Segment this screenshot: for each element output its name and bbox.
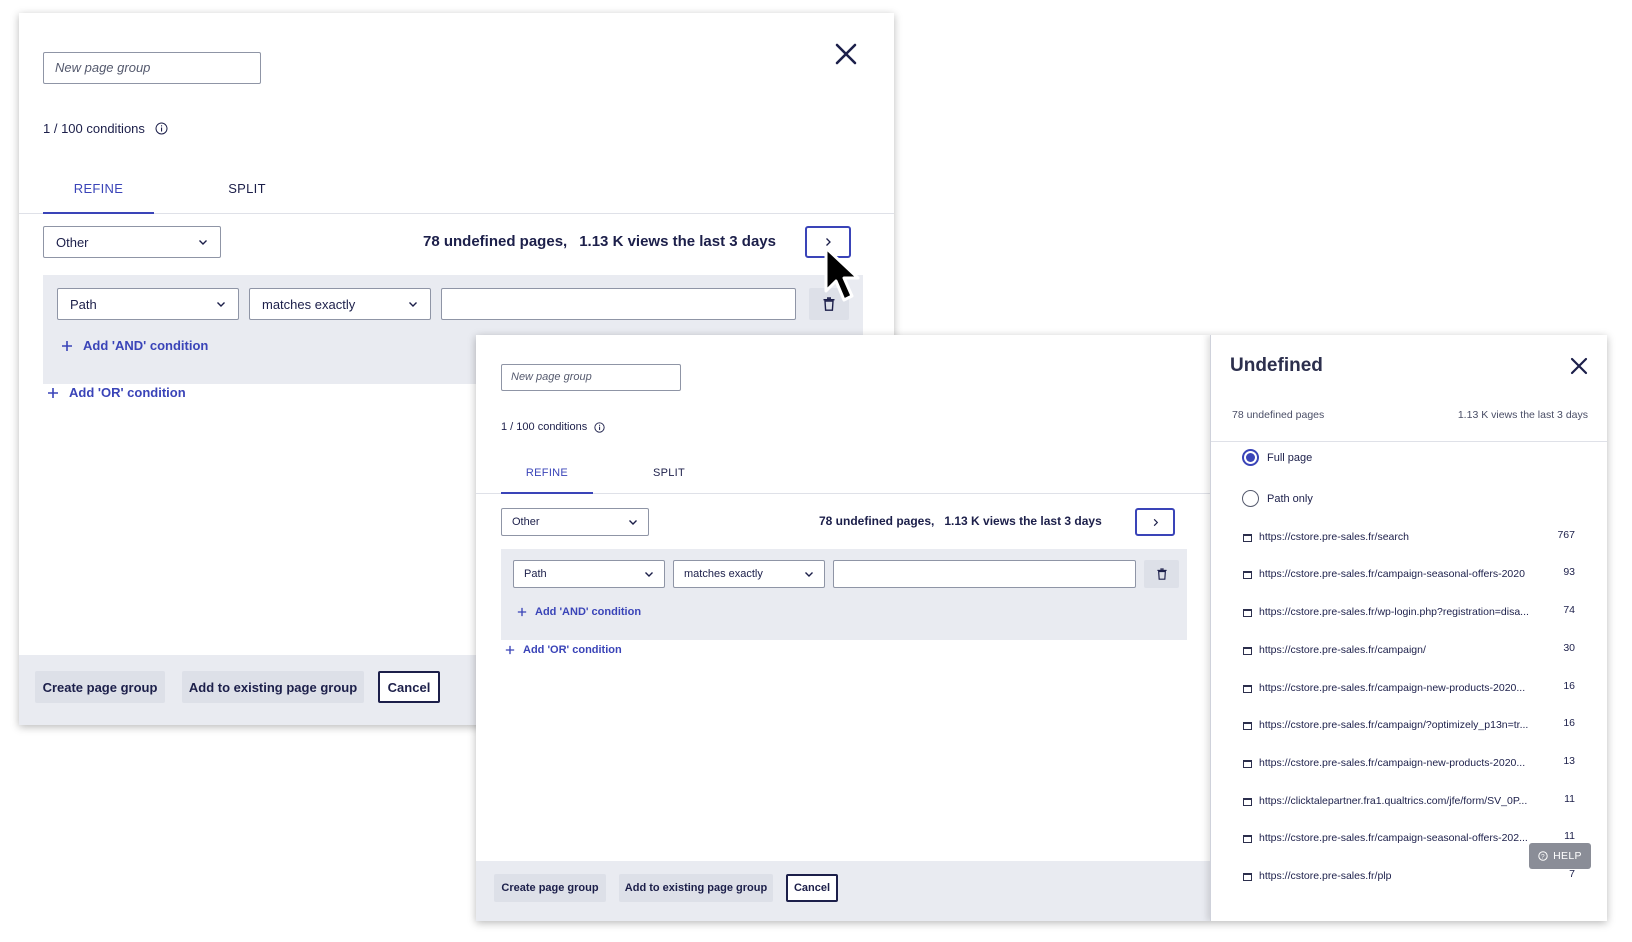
page-count: 93 <box>1563 566 1575 578</box>
views-stat: 1.13 K views the last 3 days <box>1457 409 1588 421</box>
condition-value-input[interactable] <box>441 288 796 320</box>
page-group-name-input[interactable]: New page group <box>501 364 681 391</box>
page-icon <box>1243 609 1252 617</box>
page-count: 7 <box>1569 868 1575 880</box>
page-group-dialog-front: New page group 1 / 100 conditions REFINE… <box>476 335 1607 921</box>
page-count: 16 <box>1563 680 1575 692</box>
page-icon <box>1243 571 1252 579</box>
page-icon <box>1243 760 1252 768</box>
page-url: https://cstore.pre-sales.fr/campaign-new… <box>1259 682 1526 694</box>
page-count: 11 <box>1564 793 1575 805</box>
create-page-group-button[interactable]: Create page group <box>35 671 165 703</box>
group-select[interactable]: Other <box>43 226 221 258</box>
chevron-down-icon <box>645 572 653 577</box>
group-select[interactable]: Other <box>501 508 649 536</box>
page-icon <box>1243 798 1252 806</box>
plus-icon <box>48 387 58 398</box>
radio-button[interactable] <box>1242 490 1259 507</box>
page-url: https://clicktalepartner.fra1.qualtrics.… <box>1259 795 1528 807</box>
divider <box>1211 441 1607 442</box>
create-page-group-button[interactable]: Create page group <box>494 874 606 902</box>
pages-stat: 78 undefined pages <box>1232 409 1325 421</box>
page-count: 11 <box>1564 830 1575 842</box>
page-url: https://cstore.pre-sales.fr/campaign-sea… <box>1259 832 1528 844</box>
conditions-count: 1 / 100 conditions <box>501 421 605 433</box>
info-icon[interactable] <box>594 421 605 433</box>
page-icon <box>1243 873 1252 881</box>
field-select[interactable]: Path <box>513 560 665 588</box>
page-url: https://cstore.pre-sales.fr/campaign/?op… <box>1259 719 1529 731</box>
undefined-pages-drawer: Undefined 78 undefined pages 1.13 K view… <box>1210 335 1607 921</box>
page-url: https://cstore.pre-sales.fr/search <box>1259 531 1409 543</box>
mouse-pointer-icon <box>824 246 860 302</box>
cancel-button[interactable]: Cancel <box>786 874 838 902</box>
operator-select[interactable]: matches exactly <box>249 288 431 320</box>
drawer-title: Undefined <box>1230 355 1323 376</box>
tab-bar: REFINE SPLIT <box>476 462 1210 494</box>
tab-bar: REFINE SPLIT <box>19 173 894 214</box>
page-count: 13 <box>1563 755 1575 767</box>
add-and-condition-button[interactable]: Add 'AND' condition <box>517 606 641 618</box>
tab-refine[interactable]: REFINE <box>501 467 593 494</box>
operator-select[interactable]: matches exactly <box>673 560 825 588</box>
chevron-down-icon <box>217 302 225 307</box>
page-url: https://cstore.pre-sales.fr/plp <box>1259 870 1392 882</box>
field-select[interactable]: Path <box>57 288 239 320</box>
help-button[interactable]: ? HELP <box>1529 843 1591 869</box>
trash-icon <box>1156 568 1167 580</box>
add-and-condition-button[interactable]: Add 'AND' condition <box>61 338 208 353</box>
drawer-stats: 78 undefined pages 1.13 K views the last… <box>1232 409 1588 421</box>
page-icon <box>1243 685 1252 693</box>
page-icon <box>1243 534 1252 542</box>
page-url: https://cstore.pre-sales.fr/campaign-new… <box>1259 757 1526 769</box>
tab-refine[interactable]: REFINE <box>43 181 154 214</box>
page-url: https://cstore.pre-sales.fr/campaign-sea… <box>1259 568 1525 580</box>
page-count: 74 <box>1563 604 1575 616</box>
undefined-summary: 78 undefined pages, 1.13 K views the last… <box>423 233 776 250</box>
cancel-button[interactable]: Cancel <box>378 671 440 703</box>
chevron-down-icon <box>629 520 637 525</box>
chevron-down-icon <box>805 572 813 577</box>
plus-icon <box>517 607 527 617</box>
add-to-existing-group-button[interactable]: Add to existing page group <box>619 874 773 902</box>
chevron-down-icon <box>409 302 417 307</box>
open-undefined-button[interactable] <box>1135 508 1175 536</box>
svg-text:?: ? <box>1541 853 1545 860</box>
page-icon <box>1243 835 1252 843</box>
add-or-condition-button[interactable]: Add 'OR' condition <box>47 385 186 400</box>
conditions-count: 1 / 100 conditions <box>43 121 168 136</box>
tab-split[interactable]: SPLIT <box>217 181 277 196</box>
page-icon <box>1243 722 1252 730</box>
add-or-condition-button[interactable]: Add 'OR' condition <box>505 644 622 656</box>
radio-full-page[interactable]: Full page <box>1242 449 1312 466</box>
add-to-existing-group-button[interactable]: Add to existing page group <box>182 671 364 703</box>
page-count: 16 <box>1563 717 1575 729</box>
page-count: 30 <box>1563 642 1575 654</box>
plus-icon <box>62 340 72 351</box>
condition-value-input[interactable] <box>833 560 1136 588</box>
page-url: https://cstore.pre-sales.fr/campaign/ <box>1259 644 1426 656</box>
page-icon <box>1243 647 1252 655</box>
close-icon[interactable] <box>1569 356 1589 376</box>
chevron-right-icon <box>1153 518 1158 526</box>
page-url: https://cstore.pre-sales.fr/wp-login.php… <box>1259 606 1529 618</box>
page-group-name-input[interactable]: New page group <box>43 52 261 84</box>
close-icon[interactable] <box>833 41 859 67</box>
tab-split[interactable]: SPLIT <box>644 467 694 479</box>
delete-condition-button[interactable] <box>1144 560 1179 588</box>
chevron-down-icon <box>199 240 207 245</box>
plus-icon <box>505 645 515 655</box>
page-count: 767 <box>1557 529 1575 541</box>
radio-button-checked[interactable] <box>1242 449 1259 466</box>
undefined-summary: 78 undefined pages, 1.13 K views the last… <box>819 514 1102 528</box>
radio-path-only[interactable]: Path only <box>1242 490 1313 507</box>
info-icon[interactable] <box>155 122 168 135</box>
help-circle-icon: ? <box>1538 851 1548 861</box>
